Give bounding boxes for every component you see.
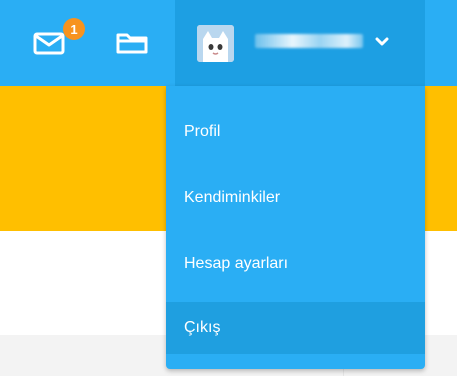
chevron-down-icon: [375, 37, 389, 46]
page: 1 Profil Kendiminkiler Hesap ayarları Çı…: [0, 0, 457, 376]
folder-button[interactable]: [110, 18, 154, 68]
user-menu-toggle[interactable]: [175, 0, 425, 86]
user-dropdown-menu: Profil Kendiminkiler Hesap ayarları Çıkı…: [166, 86, 425, 369]
username-redacted: [255, 34, 363, 48]
menu-item-label: Profil: [184, 123, 221, 140]
menu-item-label: Hesap ayarları: [184, 255, 289, 272]
envelope-icon: [33, 32, 65, 55]
menu-item-label: Çıkış: [184, 319, 221, 336]
notification-badge: 1: [63, 18, 85, 40]
menu-item-hesap-ayarlari[interactable]: Hesap ayarları: [166, 231, 425, 297]
messages-button[interactable]: 1: [25, 18, 85, 68]
menu-item-profil[interactable]: Profil: [166, 99, 425, 165]
menu-item-cikis[interactable]: Çıkış: [166, 302, 425, 354]
folder-icon: [116, 33, 148, 54]
menu-item-kendiminkiler[interactable]: Kendiminkiler: [166, 165, 425, 231]
top-navigation-bar: 1: [0, 0, 457, 86]
cat-avatar-icon: [197, 25, 234, 62]
menu-item-label: Kendiminkiler: [184, 189, 281, 206]
